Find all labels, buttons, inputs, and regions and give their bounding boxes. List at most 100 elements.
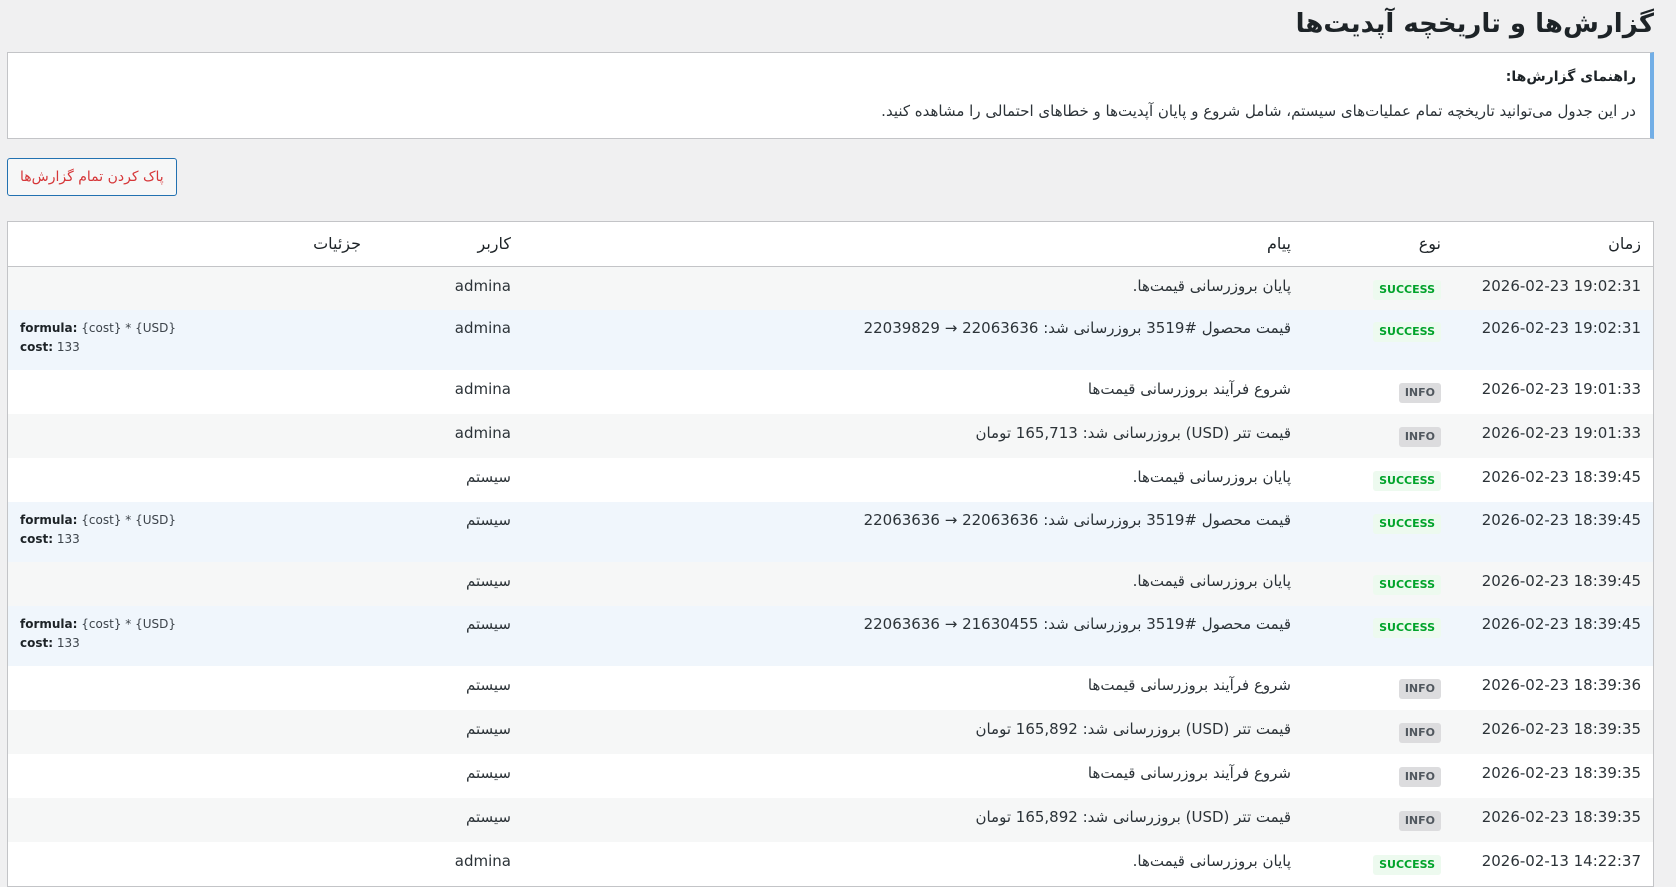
status-badge: INFO — [1398, 427, 1441, 447]
cell-time: 2026-02-23 19:02:31 — [1481, 319, 1641, 337]
cell-message: پایان بروزرسانی قیمت‌ها. — [1132, 276, 1291, 295]
help-notice: راهنمای گزارش‌ها: در این جدول می‌توانید … — [7, 52, 1654, 139]
status-badge: SUCCESS — [1373, 279, 1441, 300]
cell-details — [8, 266, 373, 310]
logs-table-body: 2026-02-23 19:02:31 SUCCESS پایان بروزرسان… — [8, 266, 1653, 886]
table-row: 2026-02-23 18:39:45 SUCCESS قیمت محصول #35… — [8, 606, 1653, 666]
notice-title: راهنمای گزارش‌ها: — [1505, 69, 1636, 85]
status-badge: SUCCESS — [1373, 322, 1441, 342]
details-formula-key: formula: — [20, 617, 78, 631]
status-badge: INFO — [1398, 723, 1441, 743]
cell-user: سیستم — [466, 808, 511, 826]
details-formula-line: formula: {cost} * {USD} — [20, 511, 361, 530]
cell-user: admina — [454, 424, 511, 442]
details-formula-key: formula: — [20, 321, 78, 335]
cell-details: formula: {cost} * {USD} cost: 133 — [8, 310, 373, 370]
status-badge: INFO — [1398, 811, 1441, 831]
table-header-row: زمان نوع پیام کاربر جزئیات — [8, 222, 1653, 267]
cell-type: INFO — [1303, 370, 1453, 414]
header-type: نوع — [1303, 222, 1453, 267]
cell-time: 2026-02-23 19:02:31 — [1481, 276, 1641, 295]
cell-type: SUCCESS — [1303, 458, 1453, 502]
status-badge: SUCCESS — [1373, 618, 1441, 638]
cell-type: SUCCESS — [1303, 606, 1453, 666]
details-cost-value: 133 — [56, 636, 80, 650]
notice-text: در این جدول می‌توانید تاریخچه تمام عملیا… — [881, 102, 1636, 120]
table-row: 2026-02-23 18:39:45 SUCCESS پایان بروزرسان… — [8, 458, 1653, 502]
details-block: formula: {cost} * {USD} cost: 133 — [20, 319, 361, 357]
table-row: 2026-02-23 19:01:33 INFO قیمت تتر (USD) بر… — [8, 414, 1653, 458]
cell-message: پایان بروزرسانی قیمت‌ها. — [1132, 572, 1291, 590]
details-block: formula: {cost} * {USD} cost: 133 — [20, 615, 361, 653]
cell-type: INFO — [1303, 414, 1453, 458]
cell-user: admina — [454, 319, 511, 337]
table-row: 2026-02-23 19:01:33 INFO شروع فرآیند بروزر… — [8, 370, 1653, 414]
header-message: پیام — [523, 222, 1303, 267]
details-cost-value: 133 — [56, 340, 80, 354]
table-row: 2026-02-23 18:39:36 INFO شروع فرآیند بروزر… — [8, 666, 1653, 710]
header-time: زمان — [1453, 222, 1653, 267]
cell-details — [8, 798, 373, 842]
cell-type: INFO — [1303, 666, 1453, 710]
details-cost-line: cost: 133 — [20, 338, 361, 357]
details-formula-line: formula: {cost} * {USD} — [20, 615, 361, 634]
cell-message: شروع فرآیند بروزرسانی قیمت‌ها — [1087, 676, 1291, 694]
status-badge: INFO — [1398, 767, 1441, 787]
cell-message: شروع فرآیند بروزرسانی قیمت‌ها — [1087, 764, 1291, 782]
cell-message: قیمت محصول #3519 بروزرسانی شد: 21630455 … — [863, 615, 1291, 633]
cell-type: INFO — [1303, 710, 1453, 754]
cell-type: INFO — [1303, 754, 1453, 798]
logs-table: زمان نوع پیام کاربر جزئیات 2026-02-23 19… — [8, 222, 1653, 886]
table-row: 2026-02-23 18:39:35 INFO شروع فرآیند بروزر… — [8, 754, 1653, 798]
cell-type: SUCCESS — [1303, 842, 1453, 886]
cell-type: SUCCESS — [1303, 266, 1453, 310]
cell-user: admina — [454, 380, 511, 398]
table-row: 2026-02-23 18:39:35 INFO قیمت تتر (USD) بر… — [8, 710, 1653, 754]
details-formula-line: formula: {cost} * {USD} — [20, 319, 361, 338]
page-wrap: گزارش‌ها و تاریخچه آپدیت‌ها راهنمای گزار… — [7, 0, 1654, 887]
details-cost-value: 133 — [56, 532, 80, 546]
cell-details: formula: {cost} * {USD} cost: 133 — [8, 502, 373, 562]
details-formula-value: {cost} * {USD} — [81, 617, 176, 631]
cell-details — [8, 710, 373, 754]
cell-details — [8, 414, 373, 458]
cell-user: سیستم — [466, 676, 511, 694]
cell-user: سیستم — [466, 468, 511, 486]
status-badge: SUCCESS — [1373, 471, 1441, 491]
table-row: 2026-02-23 19:02:31 SUCCESS پایان بروزرسان… — [8, 266, 1653, 310]
page-title: گزارش‌ها و تاریخچه آپدیت‌ها — [1295, 9, 1654, 39]
table-row: 2026-02-23 19:02:31 SUCCESS قیمت محصول #35… — [8, 310, 1653, 370]
status-badge: INFO — [1398, 679, 1441, 699]
details-formula-value: {cost} * {USD} — [81, 321, 176, 335]
table-row: 2026-02-23 18:39:45 SUCCESS قیمت محصول #35… — [8, 502, 1653, 562]
cell-time: 2026-02-23 18:39:35 — [1481, 808, 1641, 826]
header-user: کاربر — [373, 222, 523, 267]
cell-type: SUCCESS — [1303, 562, 1453, 606]
header-details: جزئیات — [8, 222, 373, 267]
details-cost-key: cost: — [20, 532, 54, 546]
cell-details — [8, 370, 373, 414]
cell-message: قیمت تتر (USD) بروزرسانی شد: 165,713 توم… — [975, 424, 1291, 442]
table-row: 2026-02-23 18:39:45 SUCCESS پایان بروزرسان… — [8, 562, 1653, 606]
cell-user: سیستم — [466, 764, 511, 782]
details-cost-key: cost: — [20, 636, 54, 650]
cell-time: 2026-02-23 18:39:45 — [1481, 615, 1641, 633]
cell-user: سیستم — [466, 720, 511, 738]
cell-message: پایان بروزرسانی قیمت‌ها. — [1132, 852, 1291, 870]
cell-message: شروع فرآیند بروزرسانی قیمت‌ها — [1087, 380, 1291, 398]
cell-time: 2026-02-23 18:39:45 — [1481, 468, 1641, 486]
details-cost-line: cost: 133 — [20, 530, 361, 549]
cell-message: قیمت تتر (USD) بروزرسانی شد: 165,892 توم… — [975, 808, 1291, 826]
cell-details: formula: {cost} * {USD} cost: 133 — [8, 606, 373, 666]
cell-message: قیمت محصول #3519 بروزرسانی شد: 22063636 … — [863, 511, 1291, 529]
clear-logs-button[interactable]: پاک کردن تمام گزارش‌ها — [7, 158, 177, 196]
cell-message: قیمت محصول #3519 بروزرسانی شد: 22063636 … — [863, 319, 1291, 337]
cell-time: 2026-02-23 18:39:45 — [1481, 511, 1641, 529]
details-block: formula: {cost} * {USD} cost: 133 — [20, 511, 361, 549]
details-formula-key: formula: — [20, 513, 78, 527]
cell-details — [8, 458, 373, 502]
cell-user: سیستم — [466, 511, 511, 529]
status-badge: SUCCESS — [1373, 855, 1441, 875]
logs-table-box: زمان نوع پیام کاربر جزئیات 2026-02-23 19… — [7, 221, 1654, 887]
cell-time: 2026-02-23 18:39:35 — [1481, 764, 1641, 782]
